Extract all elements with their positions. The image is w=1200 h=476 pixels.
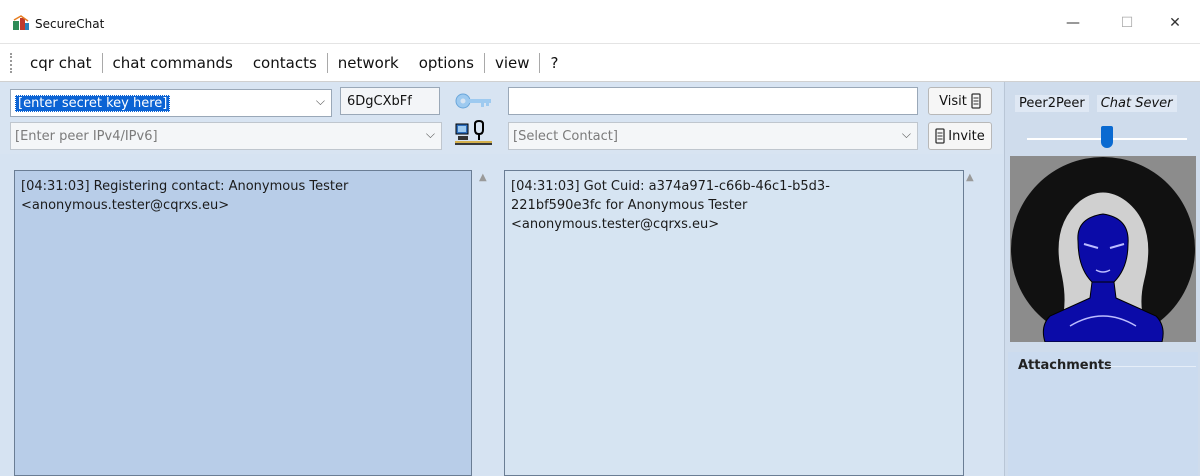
mode-slider-thumb[interactable] (1101, 126, 1113, 148)
key-hash-value: 6DgCXbFf (347, 93, 412, 109)
invite-button[interactable]: Invite (928, 122, 992, 150)
system-log-pane[interactable]: [04:31:03] Got Cuid: a374a971-c66b-46c1-… (504, 170, 964, 476)
menu-help[interactable]: ? (540, 54, 568, 72)
avatar-portrait-icon (1010, 156, 1196, 343)
attachments-panel[interactable]: Attachments (1008, 352, 1198, 476)
peer-ip-placeholder: [Enter peer IPv4/IPv6] (15, 128, 158, 144)
phone-icon (935, 128, 945, 144)
menu-cqr-chat[interactable]: cqr chat (20, 54, 102, 72)
tab-chat-server[interactable]: Chat Sever (1096, 94, 1177, 112)
close-icon: ✕ (1169, 15, 1181, 31)
contact-placeholder: [Select Contact] (513, 128, 618, 144)
maximize-button[interactable]: ☐ (1104, 8, 1150, 38)
app-logo-icon (13, 15, 29, 30)
title-bar: SecureChat — ☐ ✕ (0, 0, 1200, 44)
phone-icon (971, 93, 981, 109)
chevron-down-icon[interactable]: ⌵ (316, 94, 325, 109)
attachments-divider (1108, 366, 1196, 367)
menu-options[interactable]: options (409, 54, 484, 72)
connection-mode-tabs: Peer2Peer Chat Sever (1015, 92, 1199, 114)
key-hash-field: 6DgCXbFf (340, 87, 440, 115)
system-log-entry-line-2: 221bf590e3fc for Anonymous Tester (511, 198, 748, 213)
contact-select-combo[interactable]: [Select Contact] ⌵ (508, 122, 918, 150)
chevron-down-icon[interactable]: ⌵ (902, 127, 911, 142)
tab-peer2peer[interactable]: Peer2Peer (1015, 94, 1089, 112)
network-plug-icon (455, 120, 492, 145)
toolbar: [enter secret key here] ⌵ 6DgCXbFf Visit… (0, 82, 1003, 154)
visit-button[interactable]: Visit (928, 87, 992, 115)
message-input[interactable] (508, 87, 918, 115)
visit-label: Visit (939, 93, 967, 109)
key-icon (455, 93, 491, 109)
minimize-button[interactable]: — (1050, 8, 1096, 38)
scroll-up-icon[interactable]: ▲ (479, 172, 487, 183)
connect-button[interactable] (454, 120, 494, 148)
window-title: SecureChat (35, 17, 105, 31)
menu-view[interactable]: view (485, 54, 540, 72)
maximize-icon: ☐ (1120, 15, 1134, 31)
chat-log-pane[interactable]: [04:31:03] Registering contact: Anonymou… (14, 170, 472, 476)
menu-contacts[interactable]: contacts (243, 54, 327, 72)
attachments-label: Attachments (1018, 358, 1112, 373)
menu-chat-commands[interactable]: chat commands (103, 54, 243, 72)
close-button[interactable]: ✕ (1152, 8, 1198, 38)
system-log-entry-line-1: [04:31:03] Got Cuid: a374a971-c66b-46c1-… (511, 179, 830, 194)
menu-network[interactable]: network (328, 54, 409, 72)
key-button[interactable] (454, 87, 494, 115)
scroll-up-icon[interactable]: ▲ (966, 172, 974, 183)
avatar (1010, 156, 1196, 343)
menu-bar: cqr chat chat commands contacts network … (0, 44, 1200, 82)
minimize-icon: — (1066, 15, 1080, 31)
secret-key-combo[interactable]: [enter secret key here] ⌵ (10, 89, 332, 117)
system-log-entry-line-3: <anonymous.tester@cqrxs.eu> (511, 217, 720, 232)
secret-key-value[interactable]: [enter secret key here] (15, 94, 171, 112)
menu-grip-handle[interactable] (10, 52, 14, 73)
invite-label: Invite (948, 128, 985, 144)
peer-ip-combo[interactable]: [Enter peer IPv4/IPv6] ⌵ (10, 122, 442, 150)
chat-log-entry: [04:31:03] Registering contact: Anonymou… (21, 179, 349, 213)
chevron-down-icon[interactable]: ⌵ (426, 127, 435, 142)
